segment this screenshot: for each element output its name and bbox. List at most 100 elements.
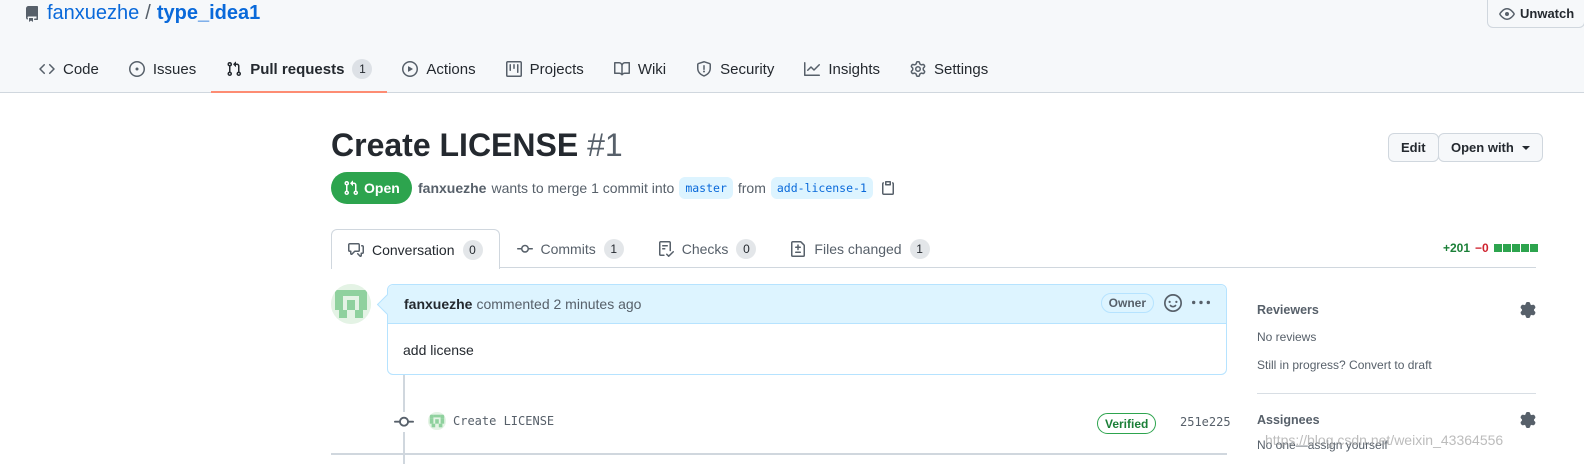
unwatch-label: Unwatch — [1520, 6, 1575, 21]
comment-discussion-icon — [348, 242, 364, 257]
reviewers-status: No reviews — [1257, 330, 1317, 344]
comment-box: fanxuezhe commented 2 minutes ago Owner … — [387, 284, 1227, 375]
pull-requests-count: 1 — [352, 59, 373, 79]
issue-icon — [128, 61, 145, 77]
tab-actions-label: Actions — [426, 60, 476, 78]
diffstat-blocks — [1493, 244, 1538, 252]
tab-wiki-label: Wiki — [637, 60, 667, 78]
identicon-image — [428, 412, 446, 430]
tab-pull-requests[interactable]: Pull requests 1 — [211, 48, 388, 93]
tab-wiki[interactable]: Wiki — [599, 48, 681, 90]
tab-code[interactable]: Code — [24, 48, 114, 90]
tab-checks[interactable]: Checks 0 — [641, 229, 774, 268]
tab-insights[interactable]: Insights — [789, 48, 895, 90]
tab-files-changed-label: Files changed — [814, 241, 902, 257]
repo-name-link[interactable]: type_idea1 — [157, 2, 260, 25]
pr-number: #1 — [587, 127, 623, 163]
checklist-icon — [658, 241, 674, 257]
timeline-divider — [331, 453, 1227, 455]
edit-button-label: Edit — [1401, 140, 1426, 155]
identicon-image — [331, 284, 371, 324]
git-commit-icon — [516, 244, 533, 253]
merge-description: fanxuezhe wants to merge 1 commit into m… — [418, 176, 896, 200]
conversation-count: 0 — [462, 239, 483, 260]
tab-conversation-label: Conversation — [372, 241, 455, 258]
diffstat: +201 −0 — [1443, 241, 1538, 255]
verified-badge[interactable]: Verified — [1097, 413, 1157, 434]
kebab-horizontal-icon[interactable] — [1192, 294, 1210, 312]
tab-insights-label: Insights — [828, 60, 881, 78]
tab-issues-label: Issues — [152, 60, 197, 78]
repo-header: fanxuezhe / type_idea1 Unwatch Code Issu… — [0, 0, 1584, 93]
open-with-label: Open with — [1451, 140, 1514, 155]
tab-projects[interactable]: Projects — [491, 48, 599, 90]
pull-request-icon — [227, 61, 242, 77]
smiley-icon[interactable] — [1164, 294, 1182, 312]
merge-text: wants to merge 1 commit into — [491, 180, 675, 196]
eye-icon — [1499, 7, 1515, 20]
shield-icon — [697, 61, 712, 77]
diffstat-block — [1493, 244, 1502, 252]
tab-checks-label: Checks — [681, 241, 729, 257]
repo-nav: Code Issues Pull requests 1 Actions Proj… — [24, 48, 1003, 93]
repo-title: fanxuezhe / type_idea1 — [24, 2, 260, 25]
pull-request-icon — [344, 180, 359, 196]
sidebar-divider — [1257, 393, 1536, 394]
edit-button[interactable]: Edit — [1388, 133, 1439, 162]
gear-icon[interactable] — [1520, 412, 1536, 428]
head-branch[interactable]: add-license-1 — [770, 177, 873, 199]
base-branch[interactable]: master — [679, 177, 733, 199]
chevron-down-icon — [1521, 145, 1530, 150]
project-icon — [505, 61, 522, 77]
diffstat-additions: +201 — [1443, 241, 1471, 255]
avatar[interactable] — [331, 284, 371, 324]
comment-author-link[interactable]: fanxuezhe — [404, 296, 472, 312]
diffstat-block — [1511, 244, 1520, 252]
tab-projects-label: Projects — [529, 60, 584, 78]
assignees-header: Assignees — [1257, 412, 1536, 428]
tab-actions[interactable]: Actions — [387, 48, 490, 90]
tab-conversation[interactable]: Conversation 0 — [331, 229, 500, 269]
commit-author-avatar[interactable] — [428, 412, 446, 430]
tab-code-label: Code — [63, 60, 99, 78]
diffstat-block — [1520, 244, 1529, 252]
tab-security[interactable]: Security — [681, 48, 789, 90]
tab-settings-label: Settings — [934, 60, 989, 78]
book-icon — [613, 61, 630, 76]
code-icon — [39, 63, 55, 75]
gear-icon[interactable] — [1520, 302, 1536, 318]
open-with-button[interactable]: Open with — [1438, 133, 1543, 162]
tab-commits[interactable]: Commits 1 — [500, 229, 641, 268]
pr-state-badge: Open — [331, 172, 412, 204]
commit-message-link[interactable]: Create LICENSE — [453, 414, 554, 428]
tab-settings[interactable]: Settings — [895, 48, 1003, 90]
convert-to-draft-link[interactable]: Still in progress? Convert to draft — [1257, 358, 1536, 372]
comment-actions: Owner — [1100, 293, 1210, 313]
comment-body: add license — [403, 342, 474, 358]
sidebar-reviewers: Reviewers No reviews Still in progress? … — [1257, 302, 1536, 372]
reviewers-heading: Reviewers — [1257, 303, 1319, 317]
file-diff-icon — [791, 241, 806, 257]
pr-tabs: Conversation 0 Commits 1 Checks 0 Files … — [331, 229, 947, 269]
pr-title-text: Create LICENSE — [331, 127, 579, 163]
assignees-heading: Assignees — [1257, 413, 1320, 427]
repo-owner-link[interactable]: fanxuezhe — [47, 2, 139, 25]
unwatch-button[interactable]: Unwatch — [1487, 0, 1584, 28]
comment-header: fanxuezhe commented 2 minutes ago Owner — [388, 285, 1226, 324]
diffstat-block — [1529, 244, 1538, 252]
commit-sha-link[interactable]: 251e225 — [1180, 415, 1231, 429]
repo-icon — [25, 5, 38, 22]
files-changed-count: 1 — [909, 239, 930, 259]
diffstat-deletions: −0 — [1475, 241, 1489, 255]
reviewers-header: Reviewers — [1257, 302, 1536, 318]
commits-count: 1 — [603, 239, 624, 259]
play-icon — [402, 61, 419, 77]
git-commit-icon — [394, 412, 414, 432]
tab-files-changed[interactable]: Files changed 1 — [773, 229, 946, 268]
pr-author-link[interactable]: fanxuezhe — [418, 180, 486, 196]
clipboard-icon[interactable] — [880, 180, 896, 196]
comment-meta[interactable]: commented 2 minutes ago — [476, 296, 641, 312]
tab-pull-requests-label: Pull requests — [250, 60, 345, 78]
from-text: from — [737, 180, 766, 196]
tab-issues[interactable]: Issues — [114, 48, 211, 90]
